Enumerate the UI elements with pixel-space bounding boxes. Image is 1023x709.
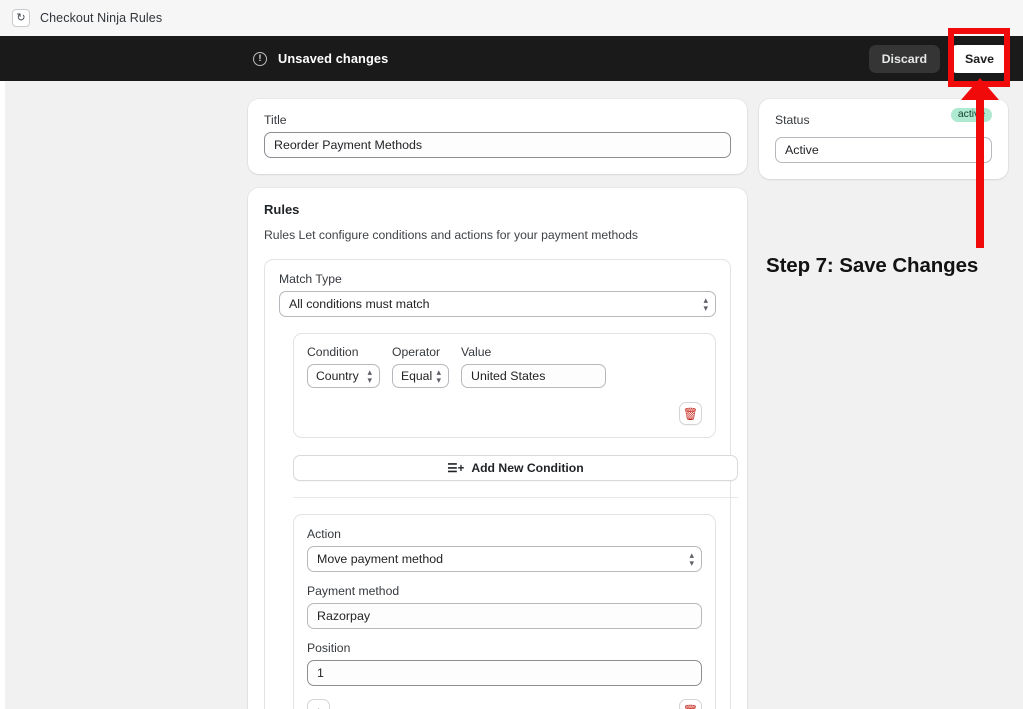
save-button[interactable]: Save [950, 45, 1009, 73]
page-left-strip [0, 81, 5, 709]
operator-field-group: Operator Equal ▴▾ [392, 345, 449, 388]
discard-button[interactable]: Discard [869, 45, 940, 73]
info-circle-icon: ! [253, 52, 267, 66]
rule-group: Match Type All conditions must match ▴▾ … [264, 259, 731, 709]
annotation-step-label: Step 7: Save Changes [766, 254, 978, 278]
match-type-select[interactable]: All conditions must match [279, 291, 716, 317]
page-body: Title Rules Rules Let configure conditio… [0, 81, 1023, 709]
value-input[interactable] [461, 364, 606, 388]
trash-icon: 🗑 [683, 408, 698, 420]
status-badge: active [951, 108, 992, 122]
main-column: Title Rules Rules Let configure conditio… [248, 99, 747, 709]
action-label: Action [307, 527, 702, 541]
title-field-label: Title [264, 113, 731, 127]
condition-select-wrap: Country ▴▾ [307, 364, 380, 388]
condition-label: Condition [307, 345, 380, 359]
action-select[interactable]: Move payment method [307, 546, 702, 572]
payment-method-input[interactable] [307, 603, 702, 629]
title-card: Title [248, 99, 747, 174]
action-select-wrap: Move payment method ▴▾ [307, 546, 702, 572]
status-select[interactable]: Active [775, 137, 992, 163]
unsaved-changes-message-group: ! Unsaved changes [253, 36, 388, 81]
delete-action-button[interactable]: 🗑 [679, 699, 702, 709]
condition-field-group: Condition Country ▴▾ [307, 345, 380, 388]
condition-select[interactable]: Country [307, 364, 380, 388]
unsaved-changes-label: Unsaved changes [278, 51, 388, 66]
section-divider [293, 497, 738, 498]
status-select-wrap: Active ▴▾ [775, 137, 992, 163]
operator-label: Operator [392, 345, 449, 359]
match-type-select-wrap: All conditions must match ▴▾ [279, 291, 716, 317]
database-plus-icon: ☰+ [447, 461, 464, 475]
match-type-label: Match Type [279, 272, 716, 286]
savebar-actions: Discard Save [869, 36, 1009, 81]
rules-description: Rules Let configure conditions and actio… [264, 228, 731, 242]
value-field-group: Value [461, 345, 606, 388]
operator-select[interactable]: Equal [392, 364, 449, 388]
value-label: Value [461, 345, 606, 359]
operator-select-wrap: Equal ▴▾ [392, 364, 449, 388]
move-down-button[interactable]: ↓ [307, 699, 330, 709]
position-label: Position [307, 641, 702, 655]
action-box: Action Move payment method ▴▾ Payment me… [293, 514, 716, 709]
refresh-icon: ↻ [12, 9, 30, 27]
position-input[interactable] [307, 660, 702, 686]
arrow-down-icon: ↓ [316, 705, 322, 709]
status-card: Status active Active ▴▾ [759, 99, 1008, 179]
delete-condition-button[interactable]: 🗑 [679, 402, 702, 425]
rules-heading: Rules [264, 202, 731, 217]
unsaved-changes-bar: ! Unsaved changes Discard Save [0, 36, 1023, 81]
window-titlebar: ↻ Checkout Ninja Rules [0, 0, 1023, 36]
status-card-header: Status active [775, 113, 992, 132]
add-new-condition-label: Add New Condition [471, 461, 583, 475]
condition-row-box: Condition Country ▴▾ Operator Equal [293, 333, 716, 438]
condition-fields: Condition Country ▴▾ Operator Equal [307, 345, 702, 388]
side-column: Status active Active ▴▾ [759, 99, 1008, 179]
status-label: Status [775, 113, 810, 127]
title-input[interactable] [264, 132, 731, 158]
trash-icon: 🗑 [683, 705, 698, 709]
condition-actions: 🗑 [307, 402, 702, 425]
add-new-condition-button[interactable]: ☰+ Add New Condition [293, 455, 738, 481]
app-window: ↻ Checkout Ninja Rules ! Unsaved changes… [0, 0, 1023, 709]
window-title: Checkout Ninja Rules [40, 11, 162, 25]
rules-card: Rules Rules Let configure conditions and… [248, 188, 747, 709]
payment-method-label: Payment method [307, 584, 702, 598]
action-buttons: ↓ 🗑 [307, 699, 702, 709]
